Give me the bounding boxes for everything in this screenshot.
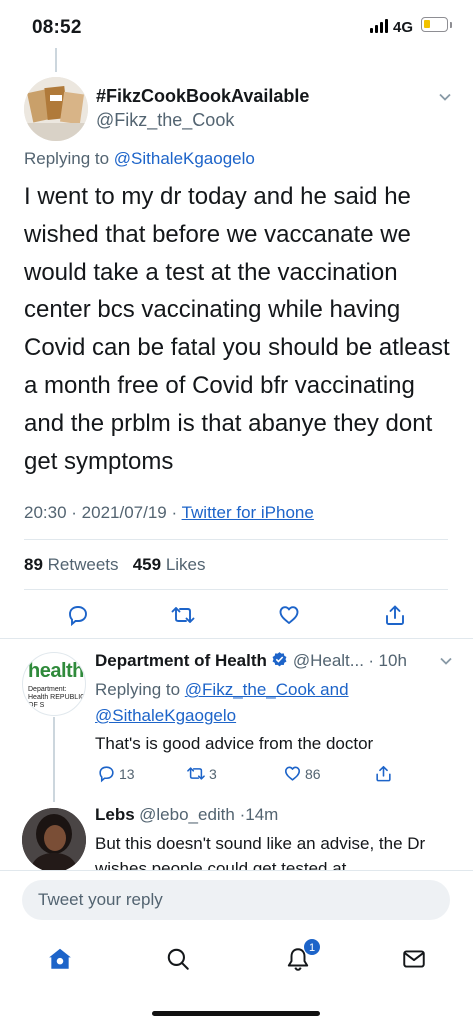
tweet-source-link[interactable]: Twitter for iPhone <box>182 503 314 522</box>
replying-to-link[interactable]: @Fikz_the_Cook <box>185 680 316 699</box>
network-label: 4G <box>393 19 414 36</box>
messages-icon <box>403 950 425 968</box>
cookbook-avatar-icon <box>24 77 88 141</box>
reply-button[interactable]: 13 <box>97 764 135 783</box>
author-handle[interactable]: @Fikz_the_Cook <box>96 110 234 131</box>
divider <box>24 589 448 590</box>
avatar[interactable]: health Department: Health REPUBLIC OF S <box>22 652 86 716</box>
share-button[interactable] <box>374 764 393 783</box>
author-handle[interactable]: @Healt... <box>293 651 364 670</box>
likes-label: Likes <box>165 555 206 574</box>
replying-prefix: Replying to <box>24 149 114 168</box>
author-name[interactable]: Lebs <box>95 805 135 824</box>
chevron-down-icon <box>440 657 452 665</box>
battery-tip <box>450 22 452 28</box>
reply-input[interactable]: Tweet your reply <box>22 880 450 920</box>
tab-messages[interactable] <box>398 943 430 975</box>
status-time: 08:52 <box>32 17 82 38</box>
reply-text: That's is good advice from the doctor <box>95 734 374 753</box>
retweets-count: 89 <box>24 555 43 574</box>
tweet-text: I went to my dr today and he said he wis… <box>24 183 450 475</box>
battery-icon <box>421 17 448 32</box>
author-name[interactable]: Department of Health <box>95 651 267 670</box>
home-indicator <box>152 1011 320 1016</box>
reply-header: Department of Health @Healt... · 10h <box>95 651 407 670</box>
share-button[interactable] <box>381 601 409 629</box>
health-logo-subtext: Department: Health REPUBLIC OF S <box>28 686 86 709</box>
divider <box>0 638 473 639</box>
home-icon <box>49 948 71 969</box>
divider <box>24 539 448 540</box>
tweet-stats: 89 Retweets 459 Likes <box>24 555 206 575</box>
tab-home[interactable] <box>44 943 76 975</box>
reply-time: 10h <box>378 651 407 670</box>
tweet-meta: 20:30 · 2021/07/19 · Twitter for iPhone <box>24 503 314 522</box>
like-icon <box>279 606 299 624</box>
thread-line <box>55 48 57 72</box>
tweet-menu-button[interactable] <box>439 654 453 673</box>
signal-icon <box>370 19 388 33</box>
share-icon <box>386 605 404 625</box>
search-icon <box>167 948 189 970</box>
reply-time: 14m <box>245 805 279 824</box>
verified-badge-icon <box>272 652 287 667</box>
like-button[interactable] <box>275 601 303 629</box>
tweet-time: 20:30 <box>24 503 67 522</box>
thread-line <box>53 717 55 802</box>
author-name[interactable]: #FikzCookBookAvailable <box>96 86 309 107</box>
avatar[interactable] <box>24 77 88 141</box>
avatar[interactable] <box>22 808 86 872</box>
chevron-down-icon <box>439 93 451 101</box>
reply-icon <box>99 766 114 783</box>
reply-icon <box>69 606 87 627</box>
likes-count: 459 <box>132 555 162 574</box>
retweet-icon <box>171 607 195 623</box>
likes-stat[interactable]: 459 Likes <box>133 555 206 574</box>
like-button[interactable]: 86 <box>283 764 321 783</box>
retweets-label: Retweets <box>47 555 119 574</box>
like-icon <box>284 766 301 781</box>
tweet-date: 2021/07/19 <box>81 503 167 522</box>
replying-to: Replying to @Fikz_the_Cook and @SithaleK… <box>95 677 435 729</box>
reply-count: 13 <box>119 765 135 782</box>
retweet-button[interactable]: 3 <box>186 764 217 783</box>
retweets-stat[interactable]: 89 Retweets <box>24 555 119 574</box>
tab-search[interactable] <box>162 943 194 975</box>
user-photo-icon <box>22 808 86 872</box>
retweet-count: 3 <box>209 765 217 782</box>
reply-header: Lebs @lebo_edith ·14m <box>95 805 279 824</box>
notification-badge: 1 <box>303 938 321 956</box>
replying-to-link[interactable]: @SithaleKgaogelo <box>114 149 255 168</box>
reply-text: But this doesn't sound like an advise, t… <box>95 834 426 871</box>
author-handle[interactable]: @lebo_edith <box>139 805 235 824</box>
tweet-menu-button[interactable] <box>438 90 452 109</box>
reply-button[interactable] <box>64 601 92 629</box>
like-count: 86 <box>305 765 321 782</box>
health-logo-text: health <box>28 660 84 682</box>
replying-to-link[interactable]: @SithaleKgaogelo <box>95 706 236 725</box>
share-icon <box>376 765 391 782</box>
replying-prefix: Replying to <box>95 680 185 699</box>
replying-and: and <box>315 680 349 699</box>
replying-to: Replying to @SithaleKgaogelo <box>24 149 255 169</box>
retweet-icon <box>187 767 205 780</box>
retweet-button[interactable] <box>169 601 197 629</box>
